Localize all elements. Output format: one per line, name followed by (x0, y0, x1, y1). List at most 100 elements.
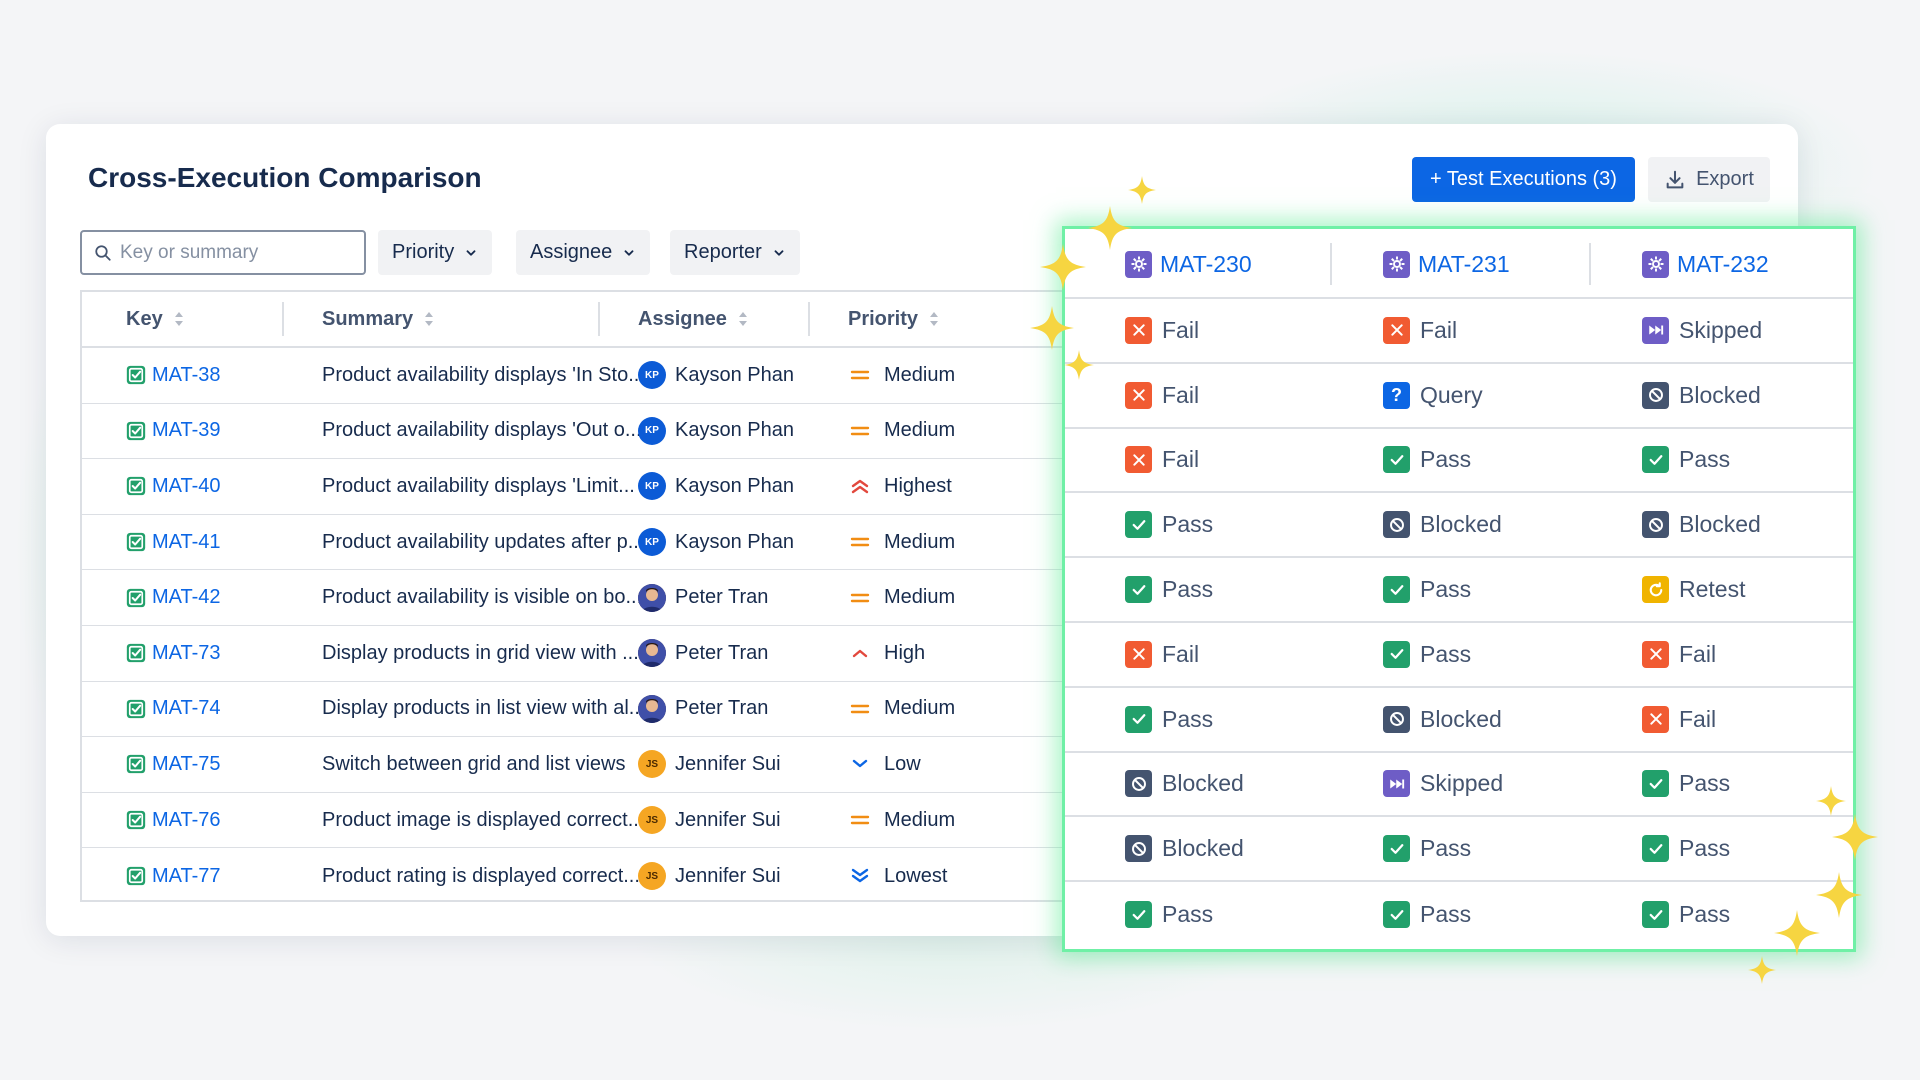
execution-status-cell[interactable]: Blocked (1383, 688, 1502, 751)
table-row[interactable]: MAT-40 Product availability displays 'Lim… (82, 459, 1080, 515)
execution-status-cell[interactable]: Fail (1125, 429, 1199, 492)
table-header: Key Summary Assignee Priority (82, 292, 1080, 348)
status-label: Blocked (1162, 835, 1244, 862)
issue-assignee: JS Jennifer Sui (638, 737, 781, 792)
execution-status-cell[interactable]: Fail (1642, 623, 1716, 686)
issue-key-link[interactable]: MAT-75 (126, 737, 221, 792)
execution-status-cell[interactable]: Pass (1642, 429, 1730, 492)
priority-filter[interactable]: Priority (378, 230, 493, 275)
table-row[interactable]: MAT-38 Product availability displays 'In … (82, 348, 1080, 404)
execution-status-cell[interactable]: Pass (1642, 817, 1730, 880)
issue-key-link[interactable]: MAT-41 (126, 515, 221, 570)
execution-status-cell[interactable]: Skipped (1642, 299, 1762, 362)
issue-key-link[interactable]: MAT-39 (126, 404, 221, 459)
execution-status-cell[interactable]: Pass (1383, 817, 1471, 880)
table-row[interactable]: MAT-75 Switch between grid and list views… (82, 737, 1080, 793)
execution-status-cell[interactable]: ? Query (1383, 364, 1483, 427)
search-input[interactable] (120, 241, 350, 264)
export-button[interactable]: Export (1648, 157, 1770, 202)
table-row[interactable]: MAT-39 Product availability displays 'Out… (82, 404, 1080, 460)
issue-key: MAT-39 (152, 419, 221, 442)
avatar: JS (638, 806, 666, 835)
execution-status-cell[interactable]: Fail (1125, 299, 1199, 362)
table-row[interactable]: MAT-77 Product rating is displayed correc… (82, 848, 1080, 900)
status-label: Query (1420, 381, 1483, 408)
status-label: Fail (1679, 640, 1717, 667)
execution-status-cell[interactable]: Pass (1642, 753, 1730, 816)
table-row[interactable]: MAT-41 Product availability updates after… (82, 515, 1080, 571)
status-label: Pass (1679, 770, 1731, 797)
issue-priority: Medium (850, 570, 955, 625)
issue-priority: Lowest (850, 848, 947, 900)
execution-status-cell[interactable]: Pass (1125, 688, 1213, 751)
column-header-assignee[interactable]: Assignee (638, 292, 749, 346)
table-row[interactable]: MAT-42 Product availability is visible on… (82, 570, 1080, 626)
issue-key-link[interactable]: MAT-38 (126, 348, 221, 403)
execution-status-cell[interactable]: Fail (1125, 623, 1199, 686)
execution-status-cell[interactable]: Blocked (1125, 817, 1244, 880)
reporter-filter[interactable]: Reporter (670, 230, 800, 275)
execution-status-cell[interactable]: Blocked (1642, 493, 1761, 556)
test-issue-icon (126, 866, 146, 886)
priority-medium-icon (850, 702, 870, 716)
test-execution-icon (1125, 250, 1152, 278)
execution-status-cell[interactable]: Blocked (1383, 493, 1502, 556)
issue-key-link[interactable]: MAT-42 (126, 570, 221, 625)
priority-label: Medium (884, 586, 956, 609)
issue-assignee: KP Kayson Phan (638, 348, 794, 403)
execution-status-cell[interactable]: Pass (1383, 882, 1471, 947)
execution-status-cell[interactable]: Pass (1383, 623, 1471, 686)
add-test-executions-button[interactable]: + Test Executions (3) (1412, 157, 1635, 202)
execution-status-cell[interactable]: Skipped (1383, 753, 1503, 816)
assignee-name: Jennifer Sui (675, 808, 781, 831)
test-execution-icon (1383, 250, 1410, 278)
execution-status-cell[interactable]: Fail (1642, 688, 1716, 751)
search-field[interactable] (80, 230, 366, 275)
issue-key-link[interactable]: MAT-73 (126, 626, 221, 681)
sparkle-icon (1030, 306, 1074, 350)
column-header-summary[interactable]: Summary (322, 292, 435, 346)
table-row[interactable]: MAT-73 Display products in grid view with… (82, 626, 1080, 682)
status-label: Blocked (1679, 381, 1761, 408)
execution-status-cell[interactable]: Blocked (1125, 753, 1244, 816)
issue-key-link[interactable]: MAT-77 (126, 848, 221, 900)
pass-icon (1642, 770, 1669, 798)
issue-key: MAT-40 (152, 474, 221, 497)
execution-status-cell[interactable]: Blocked (1642, 364, 1761, 427)
column-header-key[interactable]: Key (126, 292, 185, 346)
execution-link-mat-231[interactable]: MAT-231 (1383, 229, 1510, 299)
issue-key-link[interactable]: MAT-40 (126, 459, 221, 514)
issue-summary: Display products in grid view with ... (322, 641, 639, 664)
execution-status-cell[interactable]: Pass (1125, 558, 1213, 621)
execution-link-mat-230[interactable]: MAT-230 (1125, 229, 1252, 299)
issue-priority: High (850, 626, 925, 681)
status-label: Blocked (1420, 705, 1502, 732)
execution-status-cell[interactable]: Pass (1642, 882, 1730, 947)
status-label: Pass (1679, 446, 1731, 473)
issue-key: MAT-42 (152, 586, 221, 609)
execution-status-cell[interactable]: Fail (1383, 299, 1457, 362)
issue-summary: Product rating is displayed correct... (322, 864, 640, 887)
table-row[interactable]: MAT-74 Display products in list view with… (82, 682, 1080, 738)
table-body: MAT-38 Product availability displays 'In … (82, 348, 1080, 900)
status-label: Pass (1420, 640, 1472, 667)
priority-label: Low (884, 752, 921, 775)
issue-key-link[interactable]: MAT-74 (126, 682, 221, 737)
execution-status-cell[interactable]: Fail (1125, 364, 1199, 427)
issue-key-link[interactable]: MAT-76 (126, 793, 221, 848)
status-label: Fail (1162, 381, 1200, 408)
pass-icon (1642, 835, 1669, 863)
execution-status-cell[interactable]: Pass (1383, 558, 1471, 621)
execution-status-cell[interactable]: Pass (1383, 429, 1471, 492)
column-header-priority[interactable]: Priority (848, 292, 940, 346)
table-row[interactable]: MAT-76 Product image is displayed correct… (82, 793, 1080, 849)
execution-link-mat-232[interactable]: MAT-232 (1642, 229, 1769, 299)
assignee-filter[interactable]: Assignee (516, 230, 651, 275)
comparison-row: Blocked Skipped Pass (1065, 753, 1853, 818)
skipped-icon (1383, 770, 1410, 798)
execution-status-cell[interactable]: Pass (1125, 882, 1213, 947)
comparison-row: Fail Pass Fail (1065, 623, 1853, 688)
execution-key: MAT-232 (1677, 250, 1769, 277)
execution-status-cell[interactable]: Retest (1642, 558, 1745, 621)
execution-status-cell[interactable]: Pass (1125, 493, 1213, 556)
